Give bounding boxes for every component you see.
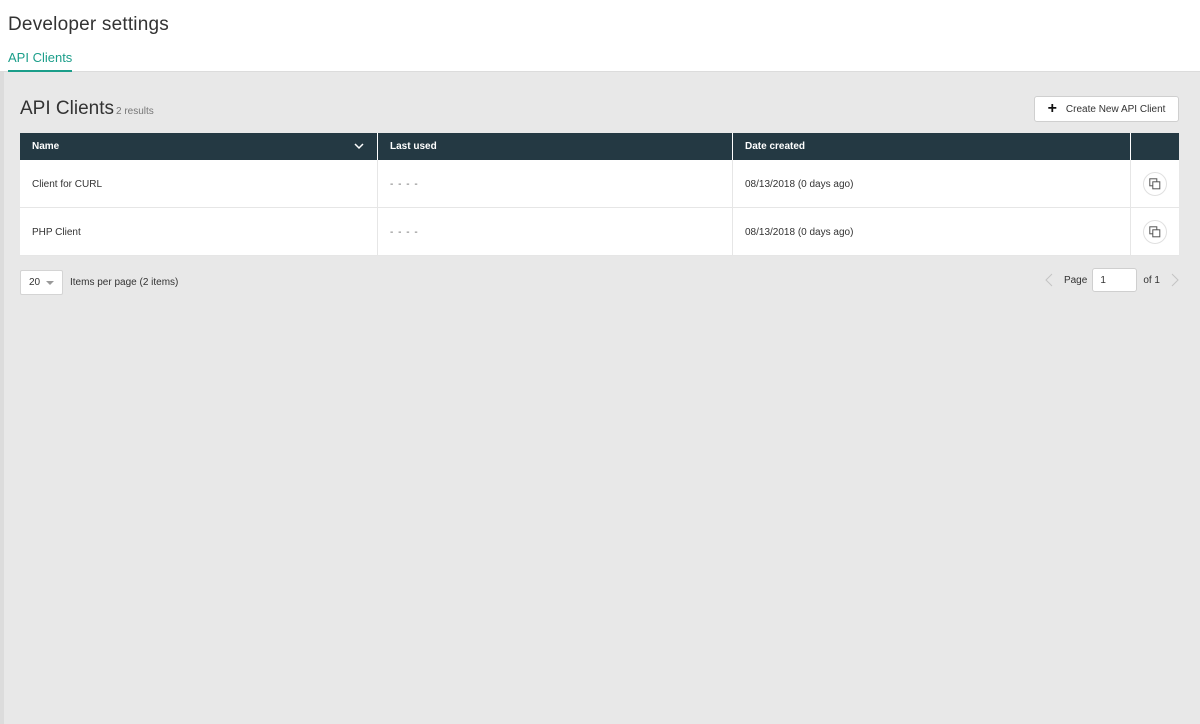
cell-name[interactable]: Client for CURL — [20, 160, 378, 208]
table-header: Name Last used Date created — [20, 133, 1179, 160]
cell-date-created: 08/13/2018 (0 days ago) — [733, 208, 1131, 256]
column-header-label: Date created — [745, 141, 806, 152]
cell-name[interactable]: PHP Client — [20, 208, 378, 256]
create-button-label: Create New API Client — [1065, 103, 1166, 115]
chevron-down-icon — [354, 143, 364, 150]
caret-down-icon — [46, 281, 54, 285]
api-clients-table: Name Last used Date created Client for C… — [20, 133, 1179, 256]
copy-icon — [1149, 178, 1161, 190]
results-count: 2 results — [116, 106, 154, 117]
page-title: Developer settings — [8, 14, 169, 35]
pagination: Page of 1 — [1044, 268, 1180, 292]
cell-date-created: 08/13/2018 (0 days ago) — [733, 160, 1131, 208]
column-header-label: Last used — [390, 141, 437, 152]
page-number-input[interactable] — [1092, 268, 1138, 292]
items-per-page-control: 20 Items per page (2 items) — [20, 270, 178, 295]
page-label: Page — [1063, 274, 1088, 286]
create-new-api-client-button[interactable]: + Create New API Client — [1034, 96, 1179, 122]
plus-icon: + — [1047, 100, 1057, 117]
items-per-page-select[interactable]: 20 — [20, 270, 63, 295]
column-header-name[interactable]: Name — [20, 133, 378, 160]
table-row[interactable]: PHP Client - - - - 08/13/2018 (0 days ag… — [20, 208, 1179, 256]
previous-page-button[interactable] — [1044, 273, 1054, 287]
page-total: of 1 — [1143, 274, 1160, 286]
left-edge-divider — [0, 72, 4, 724]
copy-button[interactable] — [1143, 220, 1167, 244]
top-bar: Developer settings API Clients — [0, 0, 1200, 72]
copy-button[interactable] — [1143, 172, 1167, 196]
cell-last-used: - - - - — [378, 160, 733, 208]
chevron-right-icon — [1171, 273, 1179, 287]
cell-actions — [1131, 160, 1179, 208]
column-header-actions — [1131, 133, 1179, 160]
cell-last-used: - - - - — [378, 208, 733, 256]
last-used-value: - - - - — [390, 178, 419, 190]
tab-api-clients[interactable]: API Clients — [8, 50, 73, 72]
column-header-last-used[interactable]: Last used — [378, 133, 733, 160]
cell-actions — [1131, 208, 1179, 256]
items-per-page-label: Items per page (2 items) — [70, 277, 179, 288]
copy-icon — [1149, 226, 1161, 238]
next-page-button[interactable] — [1170, 273, 1180, 287]
column-header-date-created[interactable]: Date created — [733, 133, 1131, 160]
items-per-page-value: 20 — [29, 277, 41, 288]
section-title: API Clients — [20, 98, 114, 119]
last-used-value: - - - - — [390, 226, 419, 238]
column-header-label: Name — [32, 141, 60, 152]
chevron-left-icon — [1045, 273, 1053, 287]
table-row[interactable]: Client for CURL - - - - 08/13/2018 (0 da… — [20, 160, 1179, 208]
